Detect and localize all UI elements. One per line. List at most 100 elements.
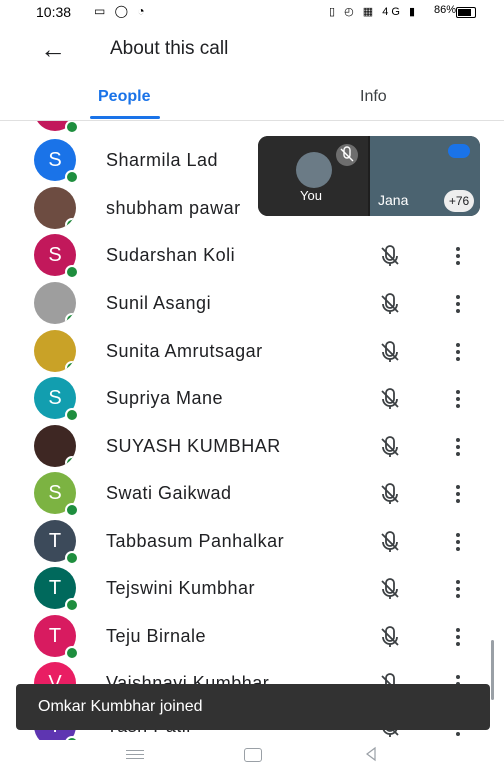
status-bar: 10:38 ▭ ◯ ◔ ▯ ◴ ▦ 4G ▮ 86% xyxy=(0,0,504,24)
mic-off-icon[interactable] xyxy=(376,575,404,603)
jana-label: Jana xyxy=(378,192,409,208)
extra-participants-badge: +76 xyxy=(444,190,474,212)
online-status-dot xyxy=(65,408,79,422)
avatar: S xyxy=(34,139,79,184)
online-status-dot xyxy=(65,361,76,372)
participant-name: Sharmila Lad xyxy=(106,150,219,170)
avatar: S xyxy=(34,472,79,517)
avatar xyxy=(34,330,76,372)
mic-off-icon[interactable] xyxy=(376,623,404,651)
participant-row[interactable]: S Sudarshan Koli xyxy=(0,232,504,280)
more-vert-icon[interactable] xyxy=(452,435,464,459)
participant-name: Teju Birnale xyxy=(106,626,207,646)
avatar-initial: T xyxy=(48,530,62,552)
avatar-initial: S xyxy=(48,482,62,504)
more-vert-icon[interactable] xyxy=(452,530,464,554)
speaking-indicator-icon xyxy=(448,144,470,158)
online-status-dot xyxy=(65,456,76,467)
mic-off-icon xyxy=(336,144,358,166)
menu-icon[interactable] xyxy=(126,750,144,760)
participant-name: Sunil Asangi xyxy=(106,293,212,313)
avatar-initial: S xyxy=(48,387,62,409)
more-vert-icon[interactable] xyxy=(452,625,464,649)
avatar xyxy=(34,282,76,324)
participant-row[interactable]: T Tabbasum Panhalkar xyxy=(0,518,504,566)
avatar xyxy=(34,121,79,134)
mic-off-icon[interactable] xyxy=(376,242,404,270)
online-status-dot xyxy=(65,170,79,184)
participant-row[interactable] xyxy=(0,121,504,135)
participant-name: Sudarshan Koli xyxy=(106,245,236,265)
network-label: 4G xyxy=(382,6,403,18)
avatar-initial: T xyxy=(48,577,62,599)
participant-row[interactable]: S Supriya Mane xyxy=(0,375,504,423)
online-status-dot xyxy=(65,218,76,229)
tab-info[interactable]: Info xyxy=(360,88,387,106)
avatar xyxy=(34,187,76,229)
notification-icons: ▭ ◯ ◔ xyxy=(94,4,148,18)
battery-icon xyxy=(456,7,476,18)
online-status-dot xyxy=(65,121,79,134)
participant-row[interactable]: Sunil Asangi xyxy=(0,280,504,328)
system-nav-bar xyxy=(0,740,504,769)
toast-notification: Omkar Kumbhar joined xyxy=(16,684,490,730)
video-tile-jana[interactable]: Jana +76 xyxy=(370,136,480,216)
participant-name: Tejswini Kumbhar xyxy=(106,578,256,598)
avatar: S xyxy=(34,377,79,422)
scrollbar[interactable] xyxy=(491,640,494,700)
participant-name: Supriya Mane xyxy=(106,388,224,408)
participant-row[interactable]: Sunita Amrutsagar xyxy=(0,328,504,376)
mic-off-icon[interactable] xyxy=(376,290,404,318)
online-status-dot xyxy=(65,313,76,324)
battery-percent: 86% xyxy=(433,4,456,16)
mic-off-icon[interactable] xyxy=(376,528,404,556)
online-status-dot xyxy=(65,551,79,565)
participant-name: shubham pawar xyxy=(106,198,241,218)
video-preview[interactable]: You Jana +76 xyxy=(258,136,480,216)
participant-name: Tabbasum Panhalkar xyxy=(106,531,285,551)
tab-indicator xyxy=(90,116,160,119)
home-icon[interactable] xyxy=(244,748,262,762)
participant-row[interactable]: T Teju Birnale xyxy=(0,613,504,661)
you-label: You xyxy=(300,188,322,203)
more-vert-icon[interactable] xyxy=(452,292,464,316)
signal-icons: ▯ ◴ ▦ 4G ▮ xyxy=(328,6,418,18)
avatar-initial: S xyxy=(48,149,62,171)
you-avatar xyxy=(296,152,332,188)
mic-off-icon[interactable] xyxy=(376,433,404,461)
video-tile-you[interactable]: You xyxy=(258,136,368,216)
mic-off-icon[interactable] xyxy=(376,338,404,366)
online-status-dot xyxy=(65,503,79,517)
nav-back-icon[interactable] xyxy=(362,745,380,763)
online-status-dot xyxy=(65,598,79,612)
avatar: S xyxy=(34,234,79,279)
mic-off-icon[interactable] xyxy=(376,385,404,413)
mic-off-icon[interactable] xyxy=(376,480,404,508)
toast-text: Omkar Kumbhar joined xyxy=(38,698,203,715)
participant-row[interactable]: SUYASH KUMBHAR xyxy=(0,423,504,471)
tab-bar: People Info xyxy=(0,78,504,121)
arrow-left-icon[interactable]: ← xyxy=(40,34,66,65)
avatar: T xyxy=(34,615,79,660)
more-vert-icon[interactable] xyxy=(452,340,464,364)
more-vert-icon[interactable] xyxy=(452,577,464,601)
avatar xyxy=(34,425,76,467)
more-vert-icon[interactable] xyxy=(452,244,464,268)
online-status-dot xyxy=(65,646,79,660)
avatar-initial: S xyxy=(48,244,62,266)
participant-row[interactable]: T Tejswini Kumbhar xyxy=(0,565,504,613)
online-status-dot xyxy=(65,265,79,279)
avatar: T xyxy=(34,567,79,612)
avatar: T xyxy=(34,520,79,565)
status-time: 10:38 xyxy=(36,4,72,20)
app-header: ← About this call xyxy=(0,24,504,74)
participant-name: Sunita Amrutsagar xyxy=(106,341,263,361)
participant-row[interactable]: S Swati Gaikwad xyxy=(0,470,504,518)
participant-name: SUYASH KUMBHAR xyxy=(106,436,281,456)
tab-people[interactable]: People xyxy=(98,88,150,106)
more-vert-icon[interactable] xyxy=(452,482,464,506)
page-title: About this call xyxy=(110,38,229,59)
more-vert-icon[interactable] xyxy=(452,387,464,411)
participant-name: Swati Gaikwad xyxy=(106,483,232,503)
avatar-initial: T xyxy=(48,625,62,647)
